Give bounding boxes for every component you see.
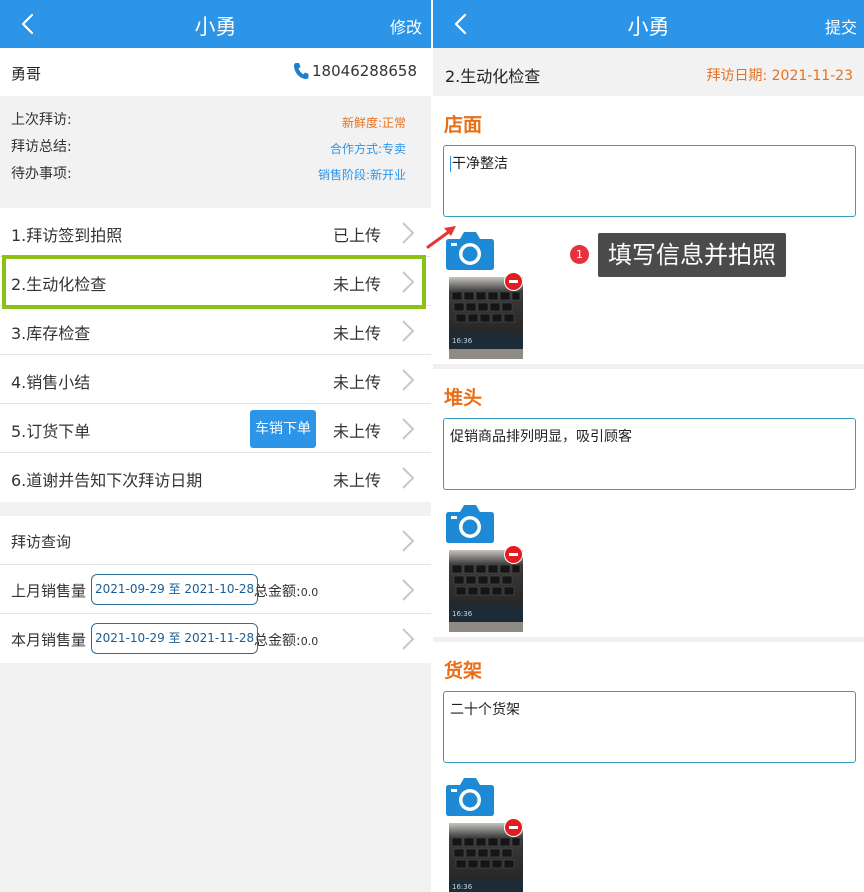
section-title: 货架 [444,660,483,682]
sales-label: 本月销售量 [11,631,87,649]
date-range-picker[interactable]: 2021-09-29 至 2021-10-28 [91,574,259,605]
step-row-inventory[interactable]: 3.库存检查 未上传 [0,306,431,355]
photo-timestamp: 16:36 [449,879,523,892]
left-header: 小勇 修改 [0,0,431,48]
submit-button[interactable]: 提交 [825,14,857,38]
camera-icon[interactable] [445,502,495,544]
phone-link[interactable]: 18046288658 [293,62,417,80]
phone-icon [294,63,309,79]
step-highlight-box [2,255,426,309]
visit-steps-list: 1.拜访签到拍照 已上传 2.生动化检查 未上传 3.库存检查 未上传 4.销售… [0,208,431,502]
step-status: 未上传 [332,471,381,490]
cooperation-value: 合作方式:专卖 [329,142,406,156]
visit-detail-panel: 小勇 修改 勇哥 18046288658 上次拜访: 拜访总结: 待办事项: 新… [0,0,431,892]
chevron-right-icon [400,528,416,554]
last-month-sales-row[interactable]: 上月销售量 2021-09-29 至 2021-10-28 总金额:0.0 [0,565,431,614]
visit-date: 拜访日期: 2021-11-23 [706,68,853,84]
endcap-section: 堆头 促销商品排列明显，吸引顾客 16:36 [433,369,864,637]
last-visit-label: 上次拜访: [11,112,72,128]
arrow-icon [426,226,456,249]
chevron-right-icon [400,626,416,652]
contact-row: 勇哥 18046288658 [0,48,431,96]
visit-summary-label: 拜访总结: [11,139,72,155]
visit-query-list: 拜访查询 上月销售量 2021-09-29 至 2021-10-28 总金额:0… [0,516,431,663]
chevron-right-icon [400,465,416,491]
remove-photo-icon[interactable] [504,272,523,291]
instruction-tooltip: 填写信息并拍照 [598,233,786,277]
sales-stage-value: 销售阶段:新开业 [317,168,406,182]
date-range-picker[interactable]: 2021-10-29 至 2021-11-28 [91,623,259,654]
visit-summary: 上次拜访: 拜访总结: 待办事项: 新鲜度:正常 合作方式:专卖 销售阶段:新开… [0,97,431,207]
step-row-order[interactable]: 5.订货下单 车销下单 未上传 [0,404,431,453]
remove-photo-icon[interactable] [504,545,523,564]
page-title: 小勇 [194,15,237,39]
edit-button[interactable]: 修改 [390,14,422,38]
storefront-section: 店面 干净整洁 16:36 [433,96,864,364]
step-label: 3.库存检查 [11,324,91,343]
remove-photo-icon[interactable] [504,818,523,837]
chevron-right-icon [400,577,416,603]
step-status: 未上传 [332,324,381,343]
step-label: 4.销售小结 [11,373,91,392]
van-sales-order-button[interactable]: 车销下单 [250,410,316,448]
camera-icon[interactable] [445,775,495,817]
section-title: 堆头 [444,387,483,409]
check-title: 2.生动化检查 [445,67,541,86]
phone-number: 18046288658 [312,62,417,80]
step-badge: 1 [570,245,589,264]
shelf-section: 货架 二十个货架 16:36 [433,642,864,892]
step-status: 未上传 [332,373,381,392]
check-subheader: 2.生动化检查 拜访日期: 2021-11-23 [433,48,864,96]
contact-name: 勇哥 [11,65,42,83]
step-label: 5.订货下单 [11,422,91,441]
storefront-input[interactable]: 干净整洁 [443,145,856,217]
photo-timestamp: 16:36 [449,333,523,349]
chevron-right-icon [400,416,416,442]
right-header: 小勇 提交 [433,0,864,48]
visit-query-row[interactable]: 拜访查询 [0,516,431,565]
step-label: 1.拜访签到拍照 [11,226,123,245]
total-amount: 总金额:0.0 [254,584,319,600]
step-row-sales-summary[interactable]: 4.销售小结 未上传 [0,355,431,404]
this-month-sales-row[interactable]: 本月销售量 2021-10-29 至 2021-11-28 总金额:0.0 [0,614,431,663]
section-title: 店面 [444,114,483,136]
sales-label: 上月销售量 [11,582,87,600]
step-status: 已上传 [332,226,381,245]
endcap-input[interactable]: 促销商品排列明显，吸引顾客 [443,418,856,490]
shelf-input[interactable]: 二十个货架 [443,691,856,763]
step-row-thanks[interactable]: 6.道谢并告知下次拜访日期 未上传 [0,453,431,502]
step-status: 未上传 [332,422,381,441]
step-row-sign-in[interactable]: 1.拜访签到拍照 已上传 [0,208,431,257]
chevron-right-icon [400,367,416,393]
page-title: 小勇 [627,15,670,39]
photo-timestamp: 16:36 [449,606,523,622]
merchandising-check-panel: 小勇 提交 2.生动化检查 拜访日期: 2021-11-23 店面 干净整洁 1… [433,0,864,892]
chevron-right-icon [400,220,416,246]
visit-query-label: 拜访查询 [11,533,72,551]
total-amount: 总金额:0.0 [254,633,319,649]
step-label: 6.道谢并告知下次拜访日期 [11,471,203,490]
freshness-value: 新鲜度:正常 [341,116,406,130]
todo-label: 待办事项: [11,166,72,182]
chevron-right-icon [400,318,416,344]
